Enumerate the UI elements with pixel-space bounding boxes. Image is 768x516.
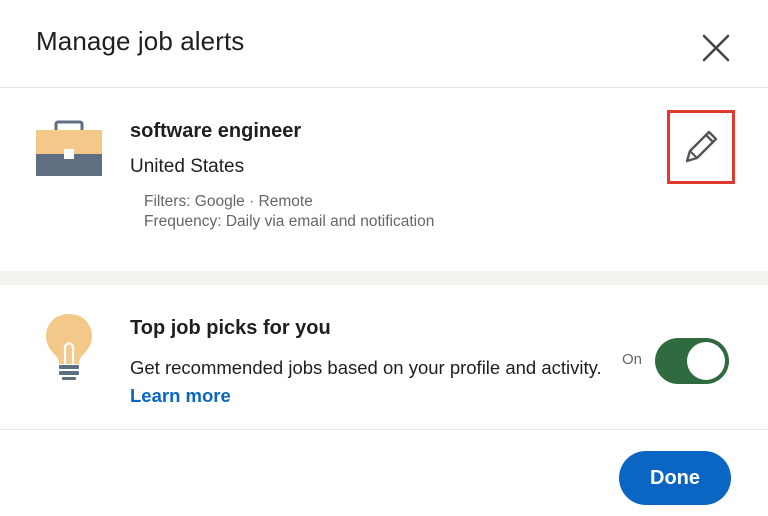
alert-title: software engineer — [130, 120, 302, 142]
dialog-header: Manage job alerts — [0, 0, 768, 88]
edit-alert-button[interactable] — [667, 110, 735, 184]
job-alert-card — [0, 89, 768, 271]
toggle-state-label: On — [622, 351, 643, 368]
close-button[interactable] — [696, 28, 736, 68]
learn-more-link[interactable]: Learn more — [130, 385, 231, 406]
alert-frequency: Frequency: Daily via email and notificat… — [144, 213, 435, 230]
section-divider — [0, 271, 768, 285]
lightbulb-icon — [46, 314, 92, 380]
alert-location: United States — [130, 156, 245, 177]
done-button[interactable]: Done — [619, 451, 731, 505]
alert-filters: Filters: Google · Remote — [144, 193, 313, 210]
briefcase-icon — [36, 120, 102, 176]
pencil-icon — [685, 130, 718, 163]
close-icon — [702, 34, 730, 62]
top-picks-description: Get recommended jobs based on your profi… — [130, 354, 610, 410]
top-picks-title: Top job picks for you — [130, 317, 331, 339]
toggle-knob — [687, 342, 725, 380]
top-picks-description-text: Get recommended jobs based on your profi… — [130, 357, 602, 378]
dialog-title: Manage job alerts — [36, 26, 245, 56]
top-picks-toggle[interactable] — [655, 338, 729, 384]
